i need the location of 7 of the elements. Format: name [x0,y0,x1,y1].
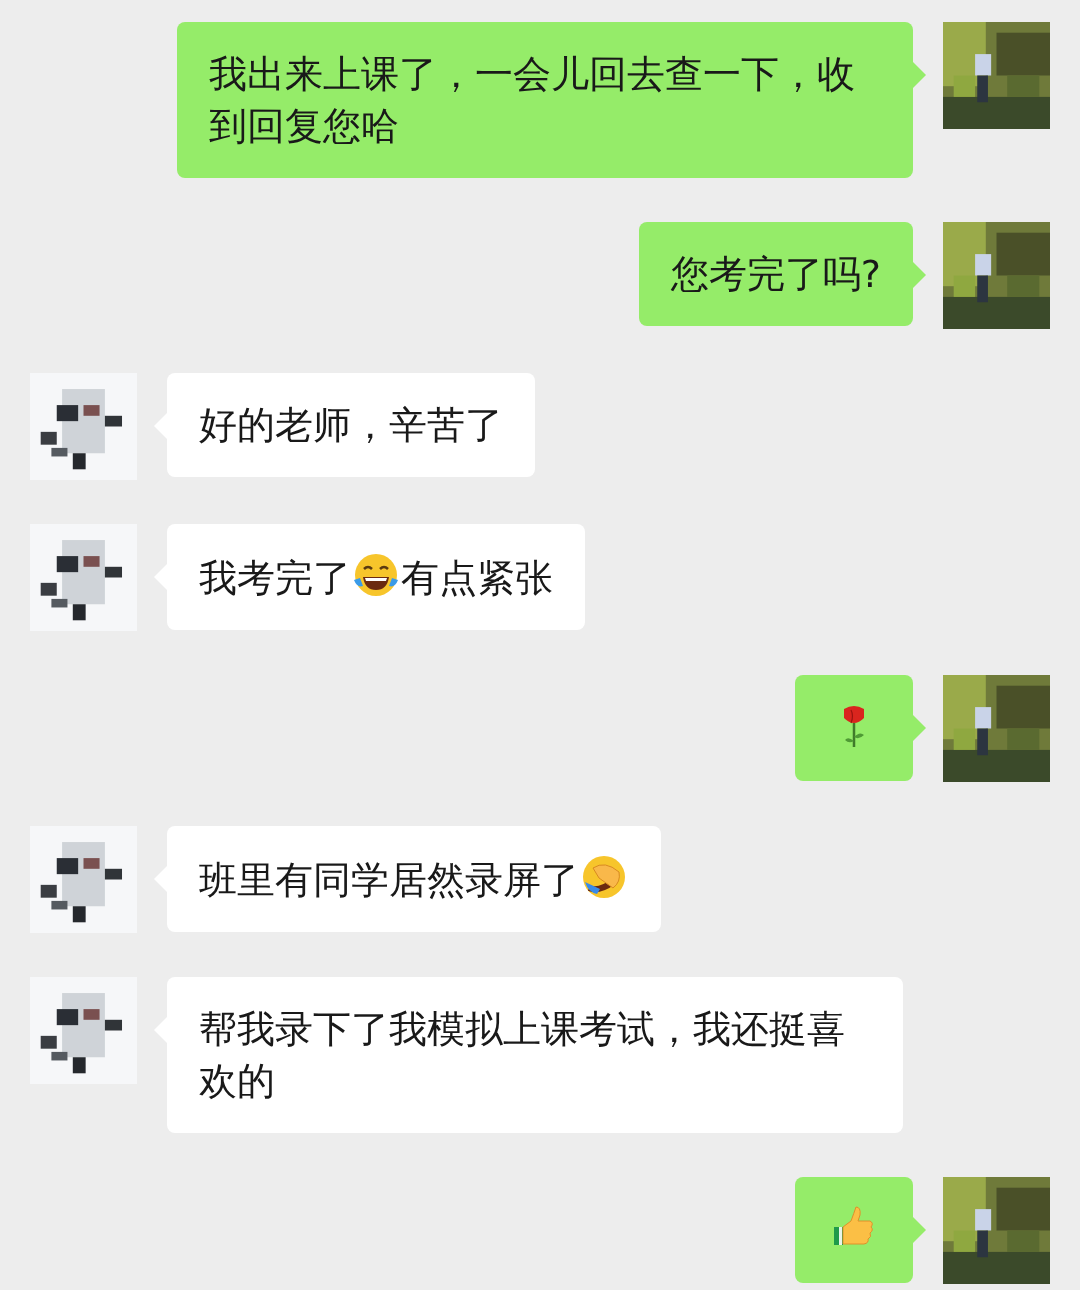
message-text: 我考完了 [199,556,351,600]
message-text: 有点紧张 [401,556,553,600]
message-text: 帮我录下了我模拟上课考试，我还挺喜欢的 [199,1007,845,1103]
message-text: 好的老师，辛苦了 [199,403,503,447]
message-text: 我出来上课了，一会儿回去查一下，收到回复您哈 [209,52,855,148]
message-text: 您考完了吗? [670,252,881,296]
message-text: 班里有同学居然录屏了 [199,858,579,902]
